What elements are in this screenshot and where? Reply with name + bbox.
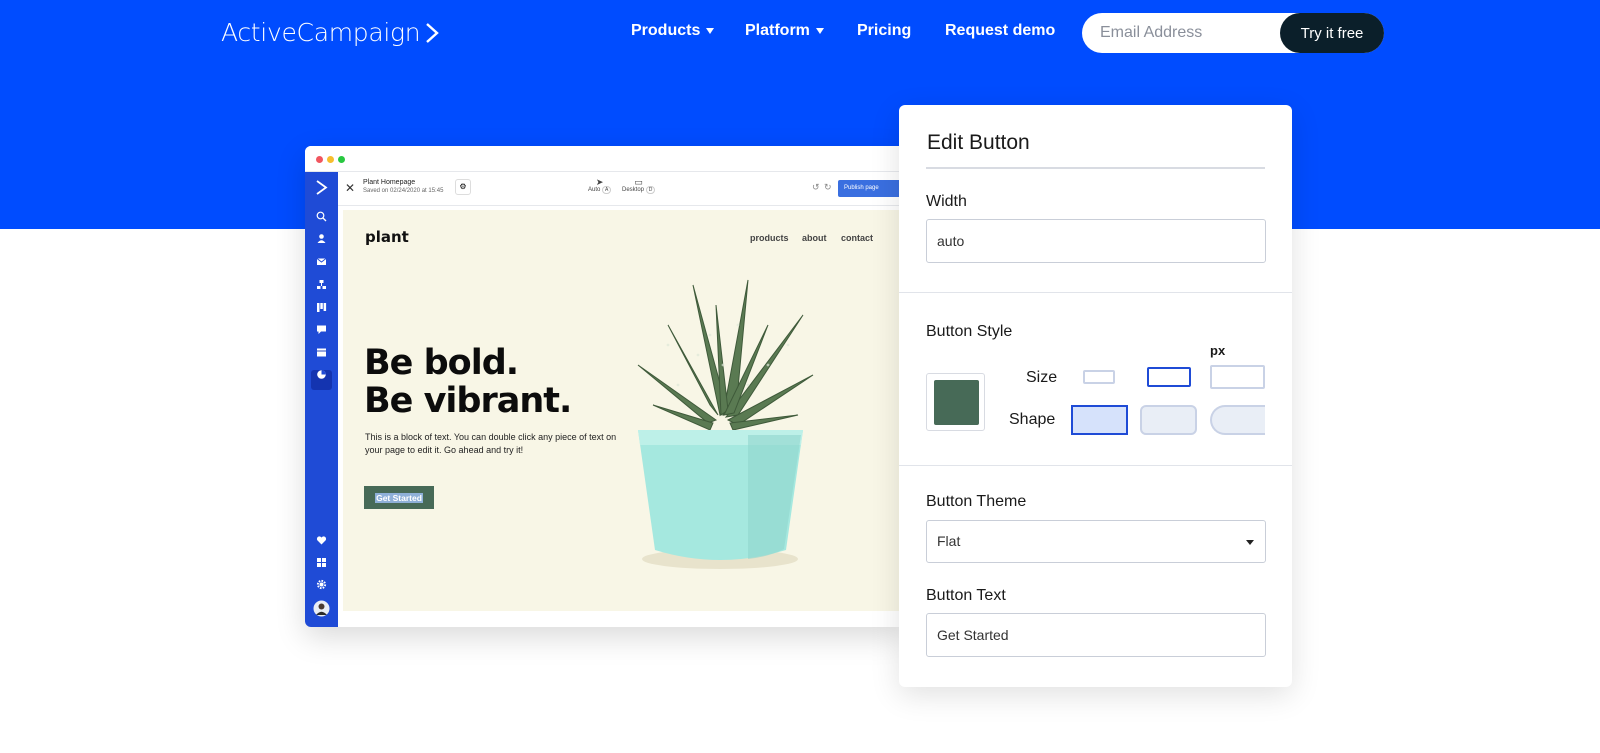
button-style-label: Button Style (926, 323, 1013, 340)
color-swatch-picker[interactable] (926, 373, 985, 431)
publish-button[interactable]: Publish page (838, 180, 905, 197)
avatar[interactable] (313, 600, 330, 617)
app-sidebar (305, 172, 338, 627)
caret-down-icon (1246, 540, 1254, 545)
brand-name: ActiveCampaign (221, 18, 421, 47)
site-logo[interactable]: plant (365, 228, 409, 246)
view-auto-key: A (602, 186, 612, 194)
caret-down-icon (706, 28, 715, 34)
redo-icon[interactable]: ↻ (824, 182, 832, 193)
browser-titlebar (305, 146, 905, 172)
view-auto-label: Auto (588, 187, 601, 193)
email-input[interactable] (1100, 13, 1270, 53)
size-medium-option[interactable] (1147, 367, 1191, 387)
headline-line-1: Be bold. (364, 343, 519, 383)
width-label: Width (926, 193, 967, 210)
nav-products-label: Products (631, 22, 701, 39)
gear-icon[interactable]: ⚙ (455, 179, 471, 195)
search-icon[interactable] (316, 211, 327, 222)
minimize-dot (327, 156, 334, 163)
size-small-option[interactable] (1083, 370, 1115, 384)
shape-pill-option[interactable] (1210, 405, 1265, 435)
size-large-option[interactable] (1210, 365, 1265, 389)
app-logo-icon[interactable] (315, 180, 328, 195)
section-divider (899, 465, 1292, 466)
page-name: Plant Homepage (363, 179, 416, 186)
view-desktop-key: D (645, 186, 656, 194)
headline-line-2: Be vibrant. (364, 381, 572, 421)
email-icon[interactable] (316, 256, 327, 267)
page-canvas[interactable]: plant products about contact Be bold. Be… (343, 210, 905, 611)
brand-logo[interactable]: ActiveCampaign (221, 18, 440, 47)
heart-icon[interactable] (316, 535, 327, 546)
site-cta-label: Get Started (375, 492, 423, 503)
try-free-button[interactable]: Try it free (1280, 13, 1384, 53)
contacts-icon[interactable] (316, 233, 327, 244)
nav-products[interactable]: Products (631, 22, 715, 40)
canvas-footer (343, 611, 905, 627)
site-nav-contact[interactable]: contact (841, 233, 873, 243)
nav-platform[interactable]: Platform (745, 22, 824, 40)
site-paragraph[interactable]: This is a block of text. You can double … (365, 431, 625, 457)
editor-toolbar: ✕ Plant Homepage Saved on 02/24/2020 at … (338, 172, 905, 206)
automation-icon[interactable] (316, 279, 327, 290)
theme-select-value: Flat (937, 533, 961, 549)
unit-label: px (1210, 343, 1226, 358)
editor-screenshot: ✕ Plant Homepage Saved on 02/24/2020 at … (305, 146, 905, 627)
theme-select[interactable]: Flat (926, 520, 1266, 563)
size-label: Size (1026, 369, 1058, 386)
close-dot (316, 156, 323, 163)
button-text-label: Button Text (926, 587, 1006, 604)
site-nav-about[interactable]: about (802, 233, 827, 243)
shape-rounded-option[interactable] (1140, 405, 1197, 435)
deals-icon[interactable] (316, 302, 327, 313)
view-auto-button[interactable]: ➤ Auto A (588, 178, 612, 194)
pages-icon[interactable] (316, 347, 327, 358)
width-input[interactable] (926, 219, 1266, 263)
site-headline[interactable]: Be bold. Be vibrant. (364, 343, 572, 421)
shape-square-option[interactable] (1071, 405, 1128, 435)
nav-pricing-label: Pricing (857, 22, 912, 39)
conversations-icon[interactable] (316, 324, 327, 335)
nav-platform-label: Platform (745, 22, 810, 39)
view-desktop-label: Desktop (622, 187, 645, 193)
saved-status: Saved on 02/24/2020 at 15:45 (363, 188, 444, 194)
undo-icon[interactable]: ↺ (812, 182, 820, 193)
maximize-dot (338, 156, 345, 163)
nav-request-demo-label: Request demo (945, 22, 1056, 39)
apps-icon[interactable] (316, 557, 327, 568)
section-divider (899, 292, 1292, 293)
title-underline (926, 167, 1265, 169)
edit-button-panel: Edit Button Width Button Style px Size S… (899, 105, 1292, 687)
settings-icon[interactable] (316, 579, 327, 590)
view-desktop-button[interactable]: ▭ Desktop D (622, 178, 656, 194)
chevron-right-icon (426, 22, 440, 43)
caret-down-icon (815, 28, 824, 34)
plant-image (637, 279, 814, 569)
nav-request-demo[interactable]: Request demo (945, 22, 1055, 40)
panel-title: Edit Button (927, 131, 1030, 154)
close-icon[interactable]: ✕ (345, 181, 355, 195)
button-theme-label: Button Theme (926, 493, 1027, 510)
button-text-input[interactable] (926, 613, 1266, 657)
site-cta-button[interactable]: Get Started (364, 486, 434, 509)
color-swatch (934, 380, 979, 425)
reports-icon[interactable] (316, 369, 327, 380)
nav-pricing[interactable]: Pricing (857, 22, 911, 40)
site-nav-products[interactable]: products (750, 233, 789, 243)
shape-label: Shape (1009, 411, 1056, 428)
